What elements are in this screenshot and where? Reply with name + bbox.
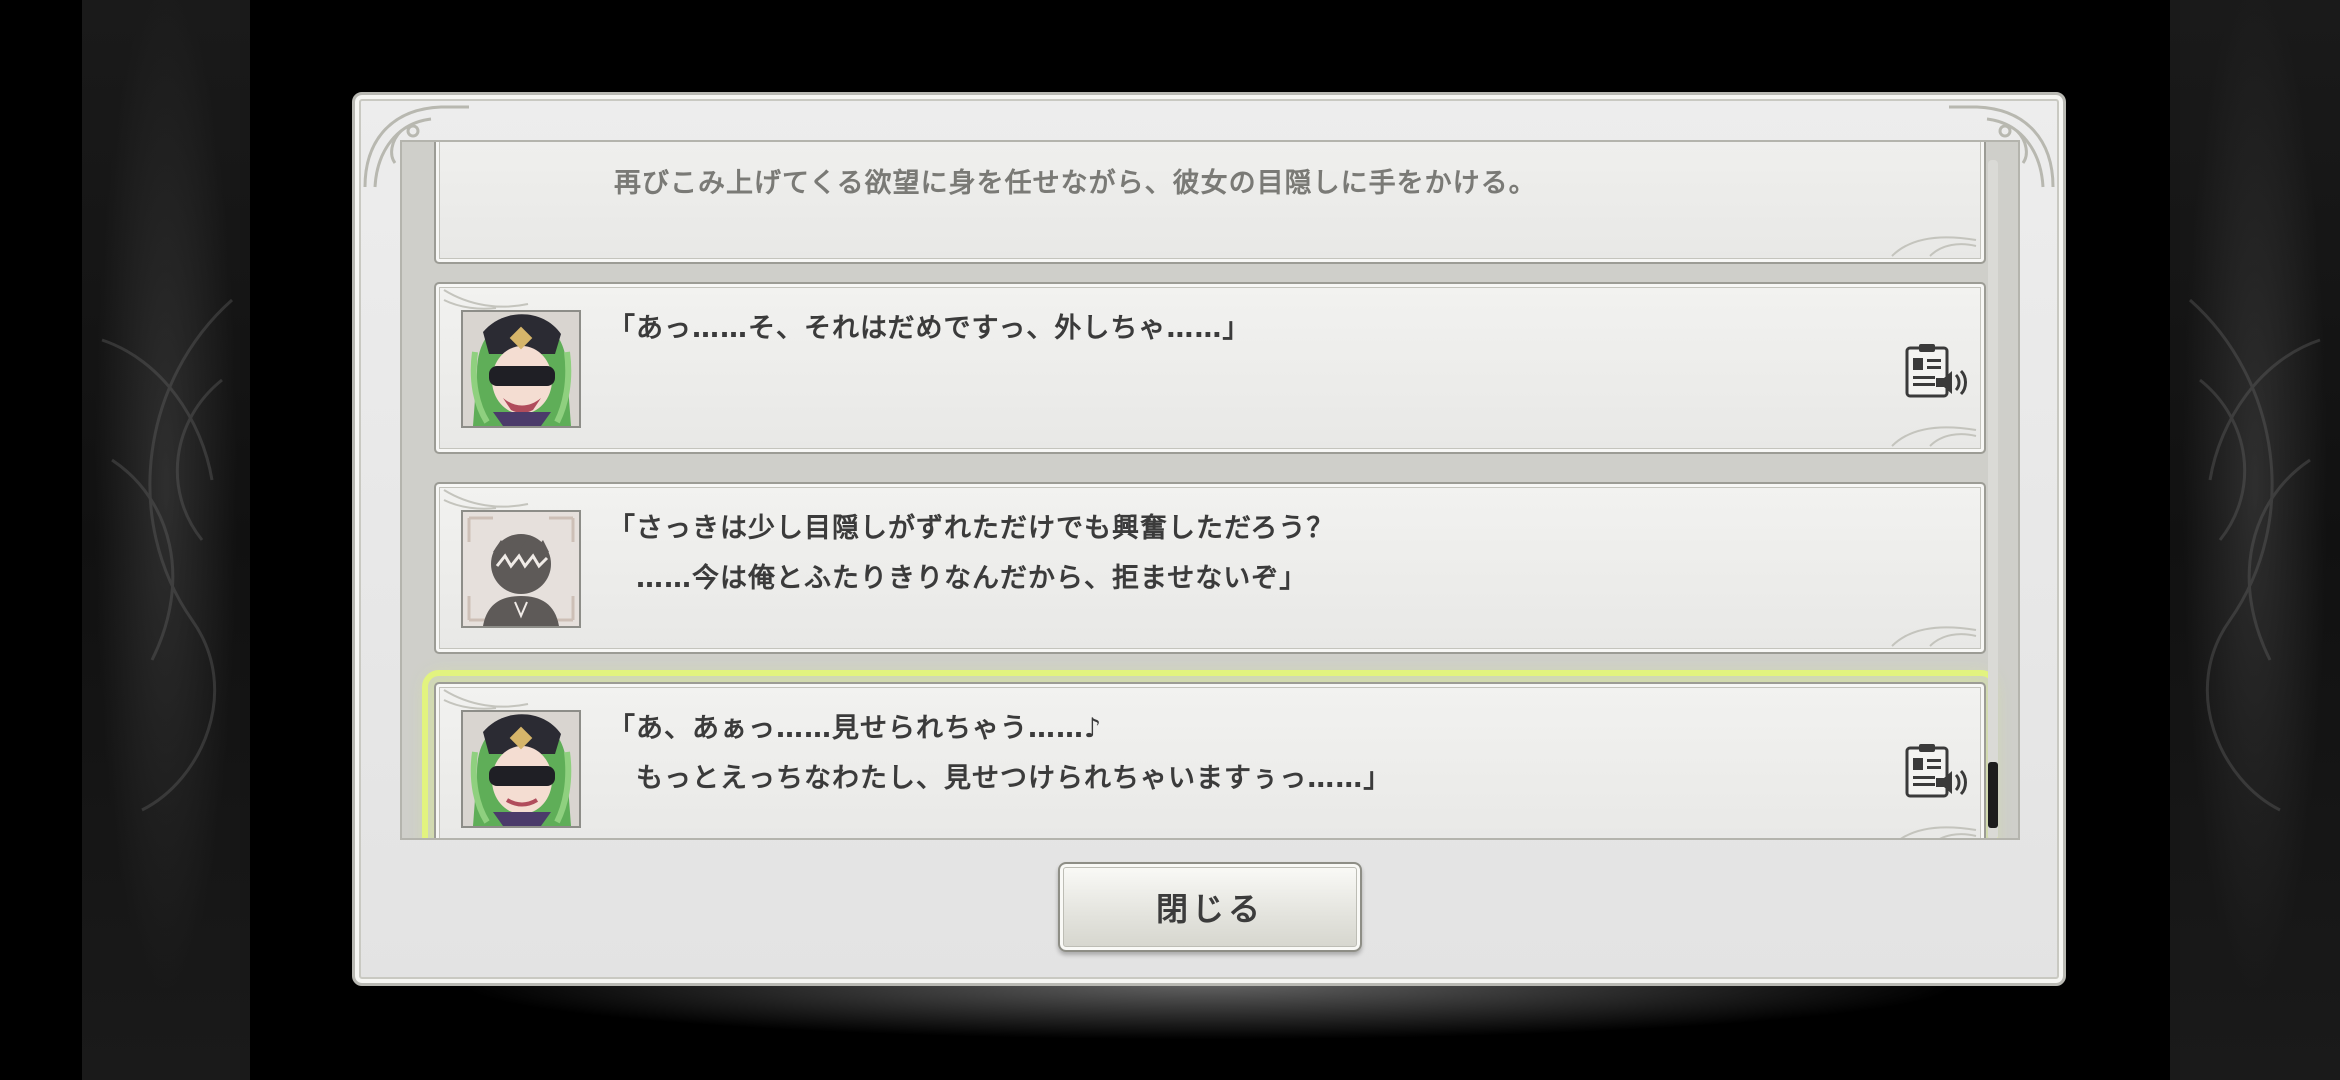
left-side-panel (82, 0, 250, 1080)
close-button[interactable]: 閉じる (1058, 862, 1362, 952)
leaf-ornament-left (101, 298, 233, 812)
protagonist-silhouette-avatar (463, 512, 579, 626)
dialogue-line: ……今は俺とふたりきりなんだから、拒ませないぞ」 (608, 563, 1308, 594)
dialogue-line: 「さっきは少し目隠しがずれただけでも興奮しただろう？ (608, 513, 1335, 544)
flourish-ornament-icon (1900, 826, 1977, 838)
flourish-ornament-icon (1891, 626, 1977, 647)
scrollbar-thumb[interactable] (1988, 762, 1998, 828)
backlog-list[interactable]: 再びこみ上げてくる欲望に身を任せながら、彼女の目隠しに手をかける。 「あっ……そ… (400, 140, 2020, 840)
speaker-portrait-girl (461, 310, 581, 428)
speaker-portrait-girl (461, 710, 581, 828)
speaker-portrait-protagonist (461, 510, 581, 628)
log-entry: 「あっ……そ、それはだめですっ、外しちゃ……」 (434, 282, 1986, 454)
scrollbar[interactable] (1988, 160, 1998, 838)
voice-replay-icon[interactable] (1904, 742, 1968, 800)
green-haired-girl-avatar (463, 312, 579, 426)
dialogue-line: 「あ、あぁっ……見せられちゃう……♪ (608, 713, 1103, 744)
flourish-ornament-icon (1891, 426, 1977, 447)
voice-replay-icon[interactable] (1904, 342, 1968, 400)
right-side-panel (2170, 0, 2340, 1080)
log-entry-narration: 再びこみ上げてくる欲望に身を任せながら、彼女の目隠しに手をかける。 (434, 142, 1986, 264)
narration-text: 再びこみ上げてくる欲望に身を任せながら、彼女の目隠しに手をかける。 (614, 168, 1537, 199)
green-haired-girl-avatar (463, 712, 579, 826)
dialogue-line: 「あっ……そ、それはだめですっ、外しちゃ……」 (608, 313, 1251, 344)
log-entry: 「さっきは少し目隠しがずれただけでも興奮しただろう？ ……今は俺とふたりきりなん… (434, 482, 1986, 654)
dialogue-line: もっとえっちなわたし、見せつけられちゃいますぅっ……」 (608, 763, 1392, 794)
flourish-ornament-icon (1891, 236, 1977, 257)
log-entry-current: 「あ、あぁっ……見せられちゃう……♪ もっとえっちなわたし、見せつけられちゃいま… (422, 670, 1998, 838)
leaf-ornament-right (2189, 298, 2321, 812)
